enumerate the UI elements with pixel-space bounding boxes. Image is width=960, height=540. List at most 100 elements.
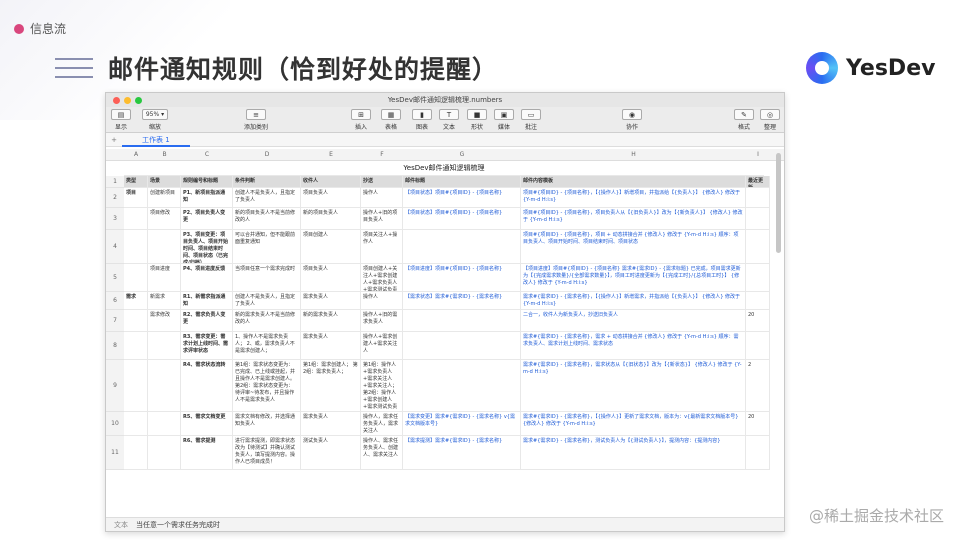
table-cell[interactable] (746, 436, 770, 470)
column-header-I[interactable]: I (746, 151, 770, 158)
toolbar-chart-button[interactable]: ▮ 图表 (412, 109, 432, 131)
sheet-tab[interactable]: 工作表 1 (122, 133, 190, 147)
table-cell[interactable] (746, 292, 770, 310)
table-cell[interactable]: R6、需求提测 (181, 436, 233, 470)
table-cell[interactable]: 操作人 (361, 188, 403, 208)
table-cell[interactable]: 操作人+旧的项目负责人 (361, 208, 403, 230)
row-number[interactable]: 7 (106, 310, 124, 332)
table-cell[interactable]: 新的需求负责人 (301, 310, 361, 332)
toolbar-category-button[interactable]: ≡ 添加类别 (244, 109, 268, 131)
header-cell[interactable]: 类型 (124, 176, 148, 188)
column-header-B[interactable]: B (148, 151, 181, 158)
toolbar-zoom-button[interactable]: 95% ▾ 缩放 (142, 109, 168, 131)
toolbar-text-button[interactable]: T 文本 (439, 109, 459, 131)
table-cell[interactable] (148, 230, 181, 264)
column-header-G[interactable]: G (403, 151, 521, 158)
table-cell[interactable] (148, 412, 181, 436)
table-cell[interactable] (403, 360, 521, 412)
table-cell[interactable]: 项目#{项目ID} - {项目名称}，项目 + 动态拼接合并 {修改人} 修改于… (521, 230, 746, 264)
table-cell[interactable]: 新的需求负责人不是当前修改的人 (233, 310, 301, 332)
table-cell[interactable] (124, 332, 148, 360)
row-number[interactable]: 9 (106, 360, 124, 412)
table-cell[interactable]: 第1组：需求状态变更为：已完成、已上线或挂起，并且操作人不是需求创建人。 第2组… (233, 360, 301, 412)
table-cell[interactable]: P2、项目负责人变更 (181, 208, 233, 230)
table-cell[interactable]: 项目修改 (148, 208, 181, 230)
table-cell[interactable]: 需求#{需求ID} - {需求名称}，【{操作人}】更新了需求文档，版本为：v{… (521, 412, 746, 436)
table-cell[interactable]: 【项目状态】项目#{项目ID} - {项目名称} (403, 188, 521, 208)
table-cell[interactable]: 需求#{需求ID} - {需求名称}，需求 + 动态拼接合并 {修改人} 修改于… (521, 332, 746, 360)
table-cell[interactable]: 需求负责人 (301, 412, 361, 436)
table-cell[interactable]: 【项目进度】项目#{项目ID} - {项目名称} (403, 264, 521, 292)
header-cell[interactable]: 收件人 (301, 176, 361, 188)
row-number[interactable]: 3 (106, 208, 124, 230)
table-cell[interactable]: 项目进度 (148, 264, 181, 292)
table-cell[interactable]: 需求#{需求ID} - {需求名称}，测试负责人为【{测试负责人}】，提测内容：… (521, 436, 746, 470)
column-header-C[interactable]: C (181, 151, 233, 158)
header-cell[interactable]: 邮件标题 (403, 176, 521, 188)
toolbar-comment-button[interactable]: ▭ 批注 (521, 109, 541, 131)
table-cell[interactable] (124, 310, 148, 332)
table-cell[interactable]: 项目关注人+操作人 (361, 230, 403, 264)
table-cell[interactable]: 【需求提测】需求#{需求ID} - {需求名称} (403, 436, 521, 470)
table-cell[interactable]: P1、新项目指派通知 (181, 188, 233, 208)
table-cell[interactable]: 操作人，需求任务负责人，需求关注人 (361, 412, 403, 436)
toolbar-table-button[interactable]: ▦ 表格 (381, 109, 401, 131)
toolbar-shape-button[interactable]: ■ 形状 (467, 109, 487, 131)
column-header-H[interactable]: H (521, 151, 746, 158)
row-number[interactable]: 2 (106, 188, 124, 208)
table-cell[interactable] (746, 208, 770, 230)
table-cell[interactable] (746, 264, 770, 292)
table-cell[interactable]: 项目#{项目ID} - {项目名称}，项目负责人从【{旧负责人}】改为【{新负责… (521, 208, 746, 230)
table-cell[interactable]: 操作人+需求创建人+需求关注人 (361, 332, 403, 360)
header-cell[interactable]: 抄送 (361, 176, 403, 188)
table-cell[interactable]: 项目创建人+关注人+需求创建人+需求负责人+需求测试负责人 (361, 264, 403, 292)
table-cell[interactable] (148, 360, 181, 412)
column-header-E[interactable]: E (301, 151, 361, 158)
table-cell[interactable]: 项目负责人 (301, 188, 361, 208)
header-cell[interactable]: 最近更新 (746, 176, 770, 188)
table-cell[interactable]: 【项目进度】项目#{项目ID} - {项目名称} 需求#{需求ID} - {需求… (521, 264, 746, 292)
table-cell[interactable]: 需求文档有修改，并选择通知负责人 (233, 412, 301, 436)
header-cell[interactable]: 条件判断 (233, 176, 301, 188)
table-cell[interactable]: 创建人不是负责人，且指定了负责人 (233, 292, 301, 310)
table-cell[interactable] (403, 230, 521, 264)
table-cell[interactable]: P4、项目进度反馈 (181, 264, 233, 292)
table-cell[interactable]: R2、需求负责人变更 (181, 310, 233, 332)
row-number[interactable]: 4 (106, 230, 124, 264)
column-header-F[interactable]: F (361, 151, 403, 158)
table-cell[interactable] (124, 264, 148, 292)
table-cell[interactable]: 新的项目负责人不是当前修改的人 (233, 208, 301, 230)
table-cell[interactable]: 操作人、需求任务负责人、创建人、需求关注人 (361, 436, 403, 470)
table-cell[interactable]: 2 (746, 360, 770, 412)
table-cell[interactable]: 【需求状态】需求#{需求ID} - {需求名称} (403, 292, 521, 310)
table-cell[interactable]: 进行需求提测，即需求状态改为【待测试】并确认测试负责人，填写提测内容。操作人已项… (233, 436, 301, 470)
table-cell[interactable]: 当项目任意一个需求完成时 (233, 264, 301, 292)
table-cell[interactable]: 第1组：需求创建人； 第2组：需求负责人； (301, 360, 361, 412)
table-cell[interactable]: 项目 (124, 188, 148, 208)
table-cell[interactable]: 新的项目负责人 (301, 208, 361, 230)
table-cell[interactable]: 需求#{需求ID} - {需求名称}，【{操作人}】新增需求，并指派给【{负责人… (521, 292, 746, 310)
table-cell[interactable]: 20 (746, 412, 770, 436)
table-cell[interactable]: 【需求变更】需求#{需求ID} - {需求名称} v{需求文档版本号} (403, 412, 521, 436)
table-cell[interactable] (148, 332, 181, 360)
table-cell[interactable]: 需求负责人 (301, 292, 361, 310)
table-cell[interactable]: 1、操作人不是需求负责人； 2、或，需求负责人不是需求创建人； (233, 332, 301, 360)
row-number[interactable]: 1 (106, 176, 124, 188)
header-cell[interactable]: 规则编号和标题 (181, 176, 233, 188)
table-cell[interactable]: 测试负责人 (301, 436, 361, 470)
table-cell[interactable]: 可以合并通知，但不能跟前面重复通知 (233, 230, 301, 264)
table-cell[interactable]: R1、新需求指派通知 (181, 292, 233, 310)
table-cell[interactable] (124, 230, 148, 264)
column-header-D[interactable]: D (233, 151, 301, 158)
toolbar-media-button[interactable]: ▣ 媒体 (494, 109, 514, 131)
table-cell[interactable]: 需求修改 (148, 310, 181, 332)
toolbar-insert-button[interactable]: ⊞ 插入 (351, 109, 371, 131)
table-cell[interactable] (124, 412, 148, 436)
table-cell[interactable]: R5、需求文档变更 (181, 412, 233, 436)
toolbar-collab-button[interactable]: ◉ 协作 (622, 109, 642, 131)
toolbar-format-button[interactable]: ✎ 格式 (734, 109, 754, 131)
table-cell[interactable]: 项目创建人 (301, 230, 361, 264)
column-header-A[interactable]: A (124, 151, 148, 158)
toolbar-organize-button[interactable]: ◎ 整理 (760, 109, 780, 131)
table-cell[interactable] (403, 332, 521, 360)
